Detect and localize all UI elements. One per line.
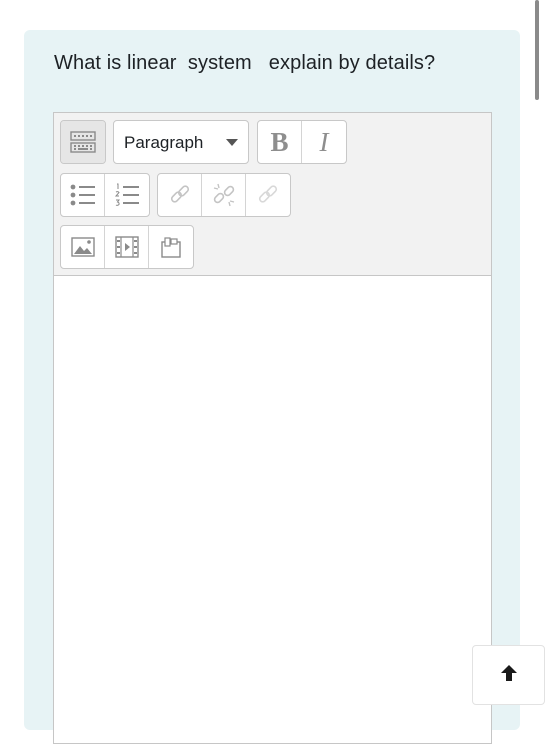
chevron-down-icon <box>226 139 238 146</box>
italic-icon: I <box>319 126 329 157</box>
italic-button[interactable]: I <box>302 121 346 163</box>
question-text: What is linear system explain by details… <box>54 52 436 74</box>
manage-files-icon <box>160 236 182 258</box>
link-disabled-icon <box>256 183 280 207</box>
insert-image-button[interactable] <box>61 226 105 268</box>
toolbar-toggle-group <box>60 120 106 164</box>
insert-media-button[interactable] <box>105 226 149 268</box>
link-button[interactable] <box>158 174 202 216</box>
list-group <box>60 173 150 217</box>
bold-button[interactable]: B <box>258 121 302 163</box>
unlink-button[interactable] <box>202 174 246 216</box>
media-icon <box>114 236 139 258</box>
back-to-top-button[interactable] <box>472 645 545 705</box>
image-icon <box>70 237 95 257</box>
link-group <box>157 173 291 217</box>
link-icon <box>168 183 192 207</box>
paragraph-style-select[interactable]: Paragraph <box>113 120 249 164</box>
toolbar-toggle-icon <box>70 131 96 153</box>
editor-content-area[interactable] <box>54 276 491 743</box>
media-group <box>60 225 194 269</box>
unordered-list-button[interactable] <box>61 174 105 216</box>
rich-text-editor: Paragraph B I <box>53 112 492 744</box>
manage-files-button[interactable] <box>149 226 193 268</box>
ordered-list-button[interactable] <box>105 174 149 216</box>
ordered-list-icon <box>114 183 140 207</box>
bold-italic-group: B I <box>257 120 347 164</box>
editor-toolbar: Paragraph B I <box>54 113 491 276</box>
question-card: What is linear system explain by details… <box>24 30 520 744</box>
toolbar-toggle-button[interactable] <box>61 121 105 163</box>
paragraph-style-label: Paragraph <box>124 133 204 152</box>
page-scrollbar-thumb[interactable] <box>535 0 539 100</box>
unlink-icon <box>211 182 237 208</box>
arrow-up-icon <box>499 663 519 688</box>
link-disabled-button[interactable] <box>246 174 290 216</box>
bold-icon: B <box>270 126 289 157</box>
unordered-list-icon <box>70 184 96 206</box>
